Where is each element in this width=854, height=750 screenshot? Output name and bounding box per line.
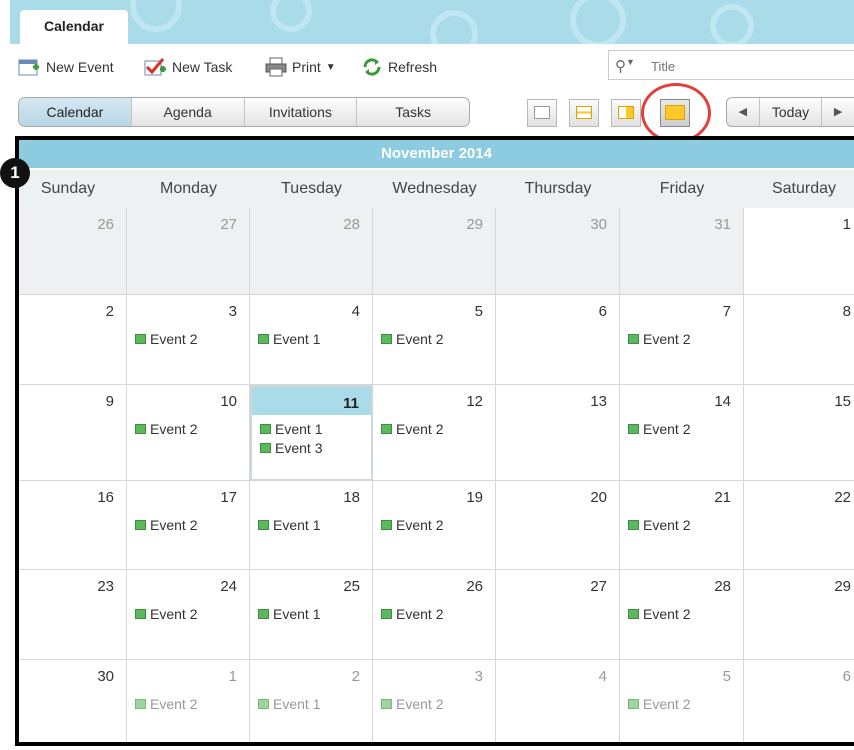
next-arrow-icon[interactable]: ▶ (822, 98, 854, 126)
chevron-down-icon: ▼ (325, 61, 336, 73)
app-header (10, 0, 854, 44)
new-task-label: New Task (172, 59, 233, 75)
new-event-button[interactable]: New Event (18, 54, 114, 80)
refresh-label: Refresh (388, 59, 438, 75)
week-view-button[interactable] (569, 99, 599, 127)
workweek-view-button[interactable] (611, 99, 641, 127)
new-event-label: New Event (46, 59, 114, 75)
decor-flower (130, 0, 182, 32)
new-task-button[interactable]: New Task (144, 54, 232, 80)
search-box: ⚲▼ (608, 50, 854, 80)
annotation-badge: 1 (0, 158, 30, 188)
decor-flower (270, 0, 312, 32)
prev-arrow-icon[interactable]: ◀ (727, 98, 759, 126)
decor-flower (430, 10, 478, 44)
refresh-icon (360, 57, 384, 77)
tab-calendar[interactable]: Calendar (19, 98, 131, 126)
highlight-circle (641, 83, 711, 143)
print-button[interactable]: Print ▼ (264, 54, 336, 80)
new-task-icon (144, 57, 168, 77)
day-view-icon (534, 106, 550, 119)
search-input[interactable] (649, 55, 843, 77)
day-view-button[interactable] (527, 99, 557, 127)
new-event-icon (18, 57, 42, 77)
calendar-app-tab[interactable]: Calendar (20, 10, 128, 44)
toolbar: New Event New Task Print ▼ Refresh ⚲▼ (10, 44, 854, 90)
decor-flower (710, 4, 754, 44)
date-navigation: ◀ Today ▶ (726, 97, 854, 127)
today-button[interactable]: Today (758, 98, 823, 126)
view-tabs: Calendar Agenda Invitations Tasks (18, 97, 470, 127)
week-view-icon (576, 106, 592, 119)
refresh-button[interactable]: Refresh (360, 54, 437, 80)
annotation-frame (15, 136, 854, 746)
printer-icon (264, 57, 288, 77)
tab-tasks[interactable]: Tasks (356, 98, 469, 126)
print-label: Print (292, 59, 321, 75)
tab-agenda[interactable]: Agenda (130, 98, 244, 126)
search-icon[interactable]: ⚲▼ (615, 57, 635, 75)
tab-invitations[interactable]: Invitations (243, 98, 357, 126)
workweek-view-icon (618, 106, 634, 119)
decor-flower (570, 0, 626, 44)
